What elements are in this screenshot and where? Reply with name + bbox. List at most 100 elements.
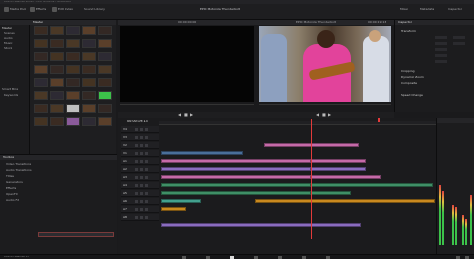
bin-item-master[interactable]: Master [2,27,12,30]
track-toggle-icon[interactable] [140,144,143,147]
source-scrubber[interactable] [120,104,254,105]
media-pool-button[interactable]: Media Pool [10,8,26,11]
timeline-clip[interactable] [161,183,311,187]
timeline-clip[interactable] [311,191,351,195]
clip-thumbnail[interactable] [34,91,48,100]
effects-item[interactable]: Video Transitions [6,163,31,166]
track-toggle-icon[interactable] [135,192,138,195]
track-toggle-icon[interactable] [140,152,143,155]
effects-button[interactable]: Effects [36,8,46,11]
track-toggle-icon[interactable] [145,160,148,163]
track-toggle-icon[interactable] [145,216,148,219]
clip-thumbnail[interactable] [34,26,48,35]
track-toggle-icon[interactable] [140,200,143,203]
clip-thumbnail[interactable] [66,26,80,35]
track-header[interactable]: A8 [121,214,159,221]
clip-thumbnail[interactable] [66,39,80,48]
track-header[interactable]: V4 [121,126,159,133]
effects-item[interactable]: Generators [6,181,23,184]
track-header[interactable]: V3 [121,134,159,141]
timeline-stop-icon[interactable]: ■ [322,113,326,117]
bin-item-music[interactable]: Music [4,42,13,45]
clip-thumbnail[interactable] [50,39,64,48]
track-toggle-icon[interactable] [140,208,143,211]
clip-thumbnail[interactable] [66,91,80,100]
clip-thumbnail[interactable] [82,65,96,74]
track-header[interactable]: A4 [121,182,159,189]
selected-effect-row[interactable] [38,232,114,237]
timeline-clip[interactable] [311,175,381,179]
track-toggle-icon[interactable] [145,184,148,187]
track-header[interactable]: A3 [121,174,159,181]
red-marker-icon[interactable] [378,118,380,122]
stop-icon[interactable]: ■ [184,113,188,117]
playhead[interactable] [311,119,312,239]
mixer-button[interactable]: Mixer [400,8,408,11]
clip-thumbnail[interactable] [82,26,96,35]
timeline-play-icon[interactable]: ▶ [328,113,331,117]
timeline-clip[interactable] [255,199,435,203]
track-toggle-icon[interactable] [135,168,138,171]
track-header[interactable]: V1 [121,150,159,157]
clip-thumbnail[interactable] [98,104,112,113]
effects-item[interactable]: Audio Transitions [6,169,32,172]
track-header[interactable]: A5 [121,190,159,197]
track-toggle-icon[interactable] [140,176,143,179]
clip-thumbnail[interactable] [66,78,80,87]
track-toggle-icon[interactable] [140,168,143,171]
track-toggle-icon[interactable] [145,176,148,179]
clip-thumbnail[interactable] [50,117,64,126]
clip-thumbnail[interactable] [82,104,96,113]
bin-item-stock[interactable]: Stock [4,47,12,50]
sound-library-button[interactable]: Sound Library [84,8,105,11]
track-toggle-icon[interactable] [135,128,138,131]
edit-index-icon[interactable] [52,7,57,12]
clip-thumbnail[interactable] [50,52,64,61]
clip-thumbnail[interactable] [50,78,64,87]
timeline-ruler[interactable] [159,121,436,125]
play-reverse-icon[interactable]: ◀ [178,113,181,117]
clip-thumbnail[interactable] [66,104,80,113]
clip-thumbnail[interactable] [34,104,48,113]
track-toggle-icon[interactable] [145,208,148,211]
timeline-clip[interactable] [161,159,311,163]
play-icon[interactable]: ▶ [190,113,193,117]
effects-item[interactable]: Effects [6,187,16,190]
track-toggle-icon[interactable] [145,152,148,155]
track-header[interactable]: A7 [121,206,159,213]
clip-thumbnail[interactable] [98,65,112,74]
track-toggle-icon[interactable] [145,200,148,203]
clip-thumbnail[interactable] [98,91,112,100]
timeline-play-reverse-icon[interactable]: ◀ [316,113,319,117]
clip-thumbnail[interactable] [82,39,96,48]
effects-icon[interactable] [30,7,35,12]
clip-thumbnail[interactable] [98,52,112,61]
track-header[interactable]: A6 [121,198,159,205]
track-toggle-icon[interactable] [140,184,143,187]
track-header[interactable]: A2 [121,166,159,173]
bin-item-audio[interactable]: Audio [4,37,13,40]
metadata-button[interactable]: Metadata [420,8,434,11]
inspector-section[interactable]: Composite [401,82,417,85]
track-toggle-icon[interactable] [135,136,138,139]
clip-thumbnail[interactable] [82,52,96,61]
clip-thumbnail[interactable] [34,39,48,48]
timeline-clip[interactable] [161,175,311,179]
timeline-clip[interactable] [311,159,366,163]
track-header[interactable]: V2 [121,142,159,149]
clip-thumbnail[interactable] [66,65,80,74]
keywords-label[interactable]: Keywords [4,94,18,97]
inspector-section[interactable]: Speed Change [401,94,423,97]
track-toggle-icon[interactable] [140,128,143,131]
timeline-clip[interactable] [161,191,311,195]
clip-thumbnail[interactable] [34,65,48,74]
track-toggle-icon[interactable] [135,160,138,163]
clip-thumbnail[interactable] [50,104,64,113]
inspector-section[interactable]: Dynamic Zoom [401,76,424,79]
timeline-clip[interactable] [161,223,361,227]
clip-thumbnail[interactable] [50,91,64,100]
clip-thumbnail[interactable] [98,78,112,87]
inspector-button[interactable]: Inspector [448,8,462,11]
clip-thumbnail[interactable] [98,26,112,35]
clip-thumbnail[interactable] [82,117,96,126]
